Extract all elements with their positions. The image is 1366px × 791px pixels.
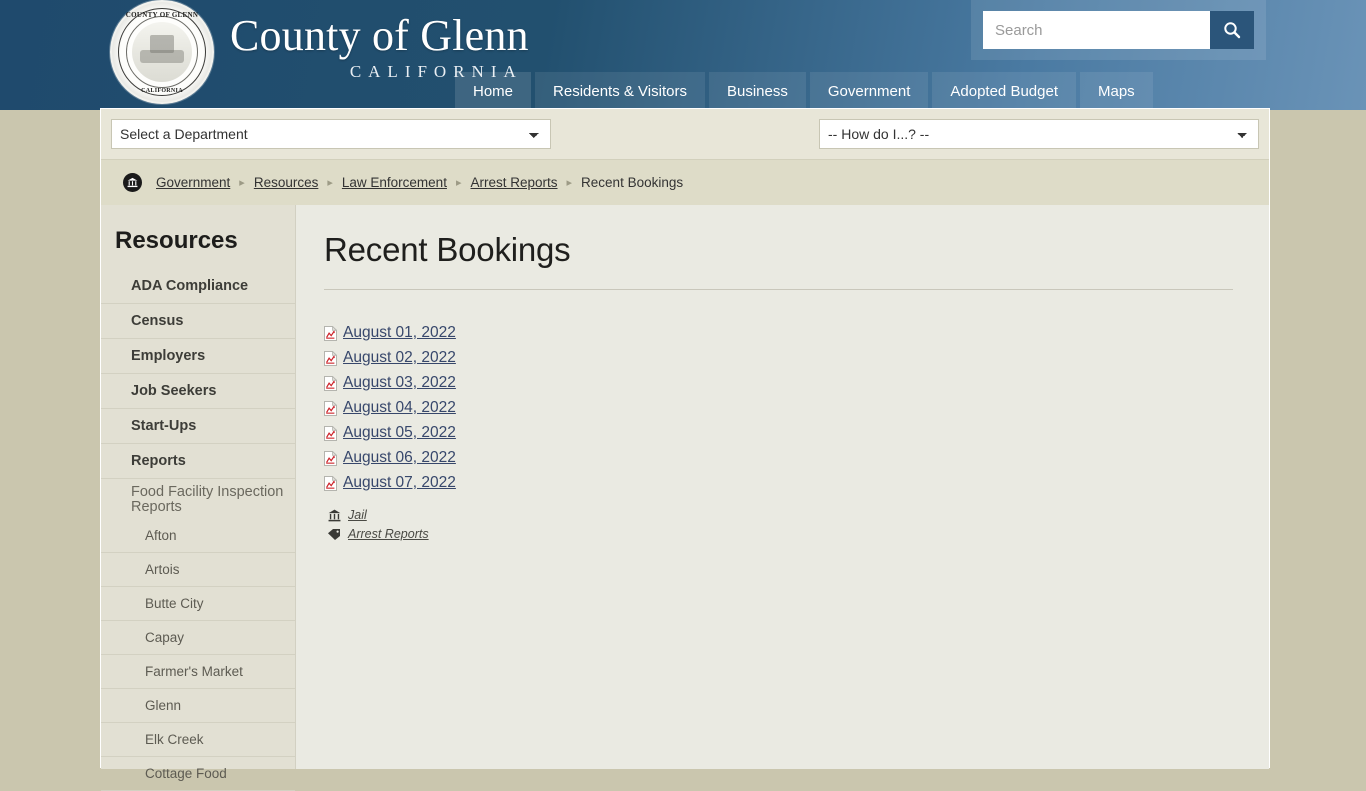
- metadata-row: Jail: [324, 508, 1233, 522]
- document-list-item: August 02, 2022: [324, 349, 1233, 367]
- nav-item-business[interactable]: Business: [708, 72, 806, 110]
- main-navigation: Home Residents & Visitors Business Governme…: [455, 72, 1153, 110]
- document-link[interactable]: August 04, 2022: [343, 399, 456, 417]
- page-shell: Select a Department -- How do I...? -- G…: [100, 108, 1270, 791]
- breadcrumb-resources[interactable]: Resources: [254, 175, 319, 190]
- main-content: Recent Bookings August 01, 2022 August 02…: [296, 205, 1269, 769]
- breadcrumb: Government ▸ Resources ▸ Law Enforcement ▸ Arr…: [101, 159, 1269, 205]
- sidebar-item-capay[interactable]: Capay: [101, 621, 295, 655]
- bank-icon: [328, 509, 340, 521]
- seal-emblem: [132, 22, 192, 82]
- breadcrumb-recent-bookings: Recent Bookings: [581, 175, 684, 190]
- sidebar-item-census[interactable]: Census: [101, 304, 295, 339]
- document-link[interactable]: August 05, 2022: [343, 424, 456, 442]
- document-list-item: August 05, 2022: [324, 424, 1233, 442]
- site-header: COUNTY OF GLENN CALIFORNIA County of Gle…: [0, 0, 1366, 110]
- breadcrumb-separator: ▸: [327, 177, 333, 189]
- search-input[interactable]: [983, 11, 1210, 49]
- page-body: Resources ADA Compliance Census Employers J…: [101, 205, 1269, 791]
- page-title: Recent Bookings: [324, 231, 1233, 290]
- sidebar-item-employers[interactable]: Employers: [101, 339, 295, 374]
- tag-icon: [328, 528, 340, 540]
- department-select[interactable]: Select a Department: [111, 119, 551, 149]
- document-list-item: August 07, 2022: [324, 474, 1233, 492]
- nav-item-home[interactable]: Home: [455, 72, 532, 110]
- site-title-block: County of Glenn CALIFORNIA: [230, 0, 529, 82]
- sidebar-heading: Resources: [115, 227, 238, 254]
- selector-bar: Select a Department -- How do I...? --: [101, 109, 1269, 159]
- breadcrumb-separator: ▸: [239, 177, 245, 189]
- sidebar-item-reports[interactable]: Reports: [101, 444, 295, 479]
- document-list: August 01, 2022 August 02, 2022 August 03,…: [324, 324, 1233, 492]
- pdf-icon: [324, 325, 337, 341]
- document-link[interactable]: August 06, 2022: [343, 449, 456, 467]
- how-do-i-select[interactable]: -- How do I...? --: [819, 119, 1259, 149]
- sidebar-item-start-ups[interactable]: Start-Ups: [101, 409, 295, 444]
- bank-icon: [324, 509, 344, 522]
- nav-item-maps[interactable]: Maps: [1079, 72, 1153, 110]
- document-link[interactable]: August 02, 2022: [343, 349, 456, 367]
- sidebar-item-butte-city[interactable]: Butte City: [101, 587, 295, 621]
- pdf-icon: [324, 425, 337, 441]
- pdf-icon: [324, 375, 337, 391]
- document-list-item: August 01, 2022: [324, 324, 1233, 342]
- sidebar-item-cottage-food[interactable]: Cottage Food: [101, 757, 295, 791]
- sidebar-item-elk-creek[interactable]: Elk Creek: [101, 723, 295, 757]
- sidebar-item-farmer-s-market[interactable]: Farmer's Market: [101, 655, 295, 689]
- metadata-link[interactable]: Jail: [348, 508, 367, 522]
- metadata-link[interactable]: Arrest Reports: [348, 527, 429, 541]
- sidebar-item-artois[interactable]: Artois: [101, 553, 295, 587]
- document-link[interactable]: August 03, 2022: [343, 374, 456, 392]
- sidebar: Resources ADA Compliance Census Employers J…: [101, 205, 296, 791]
- county-seal-logo: COUNTY OF GLENN CALIFORNIA: [110, 0, 214, 104]
- document-list-item: August 04, 2022: [324, 399, 1233, 417]
- nav-item-government[interactable]: Government: [809, 72, 929, 110]
- tag-icon: [324, 528, 344, 541]
- document-link[interactable]: August 01, 2022: [343, 324, 456, 342]
- sidebar-item-glenn[interactable]: Glenn: [101, 689, 295, 723]
- search-button[interactable]: [1210, 11, 1254, 49]
- site-title: County of Glenn: [230, 11, 529, 60]
- search-container: [971, 0, 1266, 60]
- pdf-icon: [324, 400, 337, 416]
- seal-bottom-text: CALIFORNIA: [141, 88, 183, 94]
- pdf-icon: [324, 450, 337, 466]
- breadcrumb-separator: ▸: [455, 177, 462, 189]
- nav-item-adopted-budget[interactable]: Adopted Budget: [932, 72, 1076, 110]
- breadcrumb-arrest-reports[interactable]: Arrest Reports: [470, 175, 557, 190]
- pdf-icon: [324, 350, 337, 366]
- pdf-icon: [324, 475, 337, 491]
- sidebar-item-ada-compliance[interactable]: ADA Compliance: [101, 269, 295, 304]
- breadcrumb-separator: ▸: [566, 177, 573, 189]
- nav-item-residents-visitors[interactable]: Residents & Visitors: [535, 72, 705, 110]
- sidebar-menu: ADA Compliance Census Employers Job Seekers…: [101, 269, 295, 791]
- sidebar-item-job-seekers[interactable]: Job Seekers: [101, 374, 295, 409]
- sidebar-item-food-facility-inspection-reports[interactable]: Food Facility Inspection Reports: [101, 479, 295, 519]
- breadcrumb-law-enforcement[interactable]: Law Enforcement: [342, 175, 447, 190]
- breadcrumb-items: Government ▸ Resources ▸ Law Enforcement ▸ Arr…: [156, 175, 683, 190]
- seal-top-text: COUNTY OF GLENN: [125, 11, 199, 19]
- metadata-row: Arrest Reports: [324, 527, 1233, 541]
- bank-icon[interactable]: [123, 173, 142, 192]
- search-icon: [1224, 22, 1241, 39]
- document-list-item: August 06, 2022: [324, 449, 1233, 467]
- breadcrumb-government[interactable]: Government: [156, 175, 230, 190]
- sidebar-item-afton[interactable]: Afton: [101, 519, 295, 553]
- document-list-item: August 03, 2022: [324, 374, 1233, 392]
- content-metadata: Jail Arrest Reports: [324, 508, 1233, 541]
- document-link[interactable]: August 07, 2022: [343, 474, 456, 492]
